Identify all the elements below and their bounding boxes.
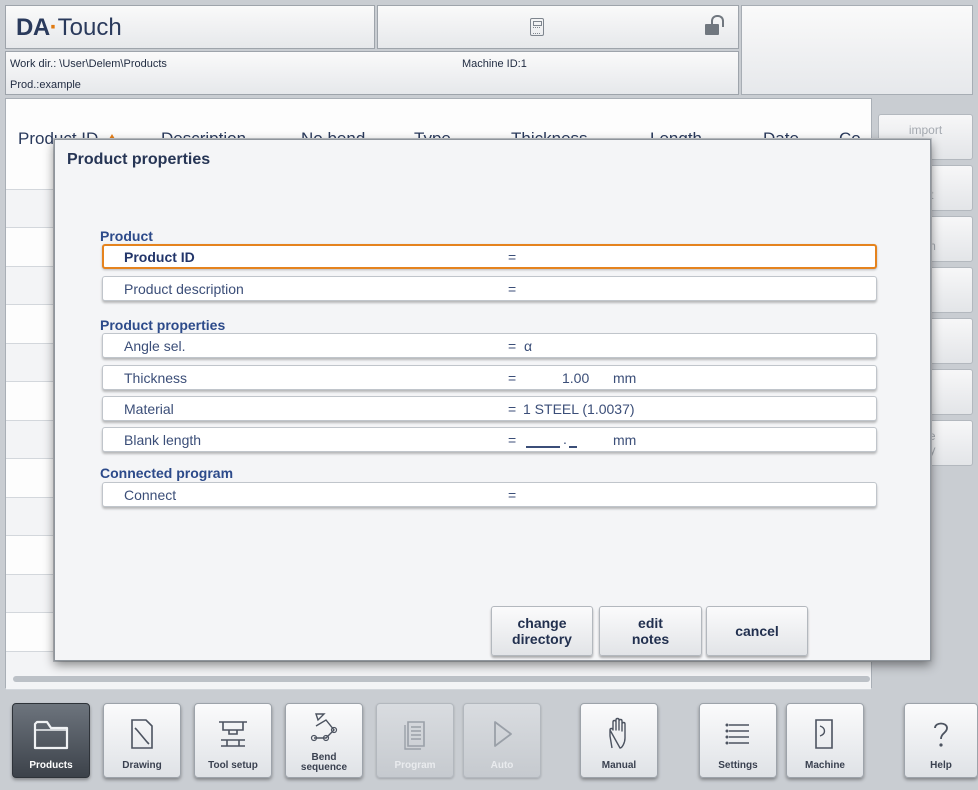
change-directory-button[interactable]: change directory xyxy=(491,606,593,656)
logo-dot: · xyxy=(49,14,58,41)
product-description-field[interactable]: Product description = xyxy=(102,276,877,301)
tab-settings[interactable]: Settings xyxy=(699,703,777,778)
section-product: Product xyxy=(100,228,153,244)
tab-products-label: Products xyxy=(29,760,73,771)
edit-notes-label-2: notes xyxy=(631,631,670,647)
tab-auto-label: Auto xyxy=(490,760,514,771)
logo-touch: Touch xyxy=(57,14,122,41)
tab-program-label: Program xyxy=(394,760,436,771)
tab-settings-label: Settings xyxy=(718,760,758,771)
product-description-label: Product description xyxy=(124,281,244,297)
tab-bend-sequence-label: Bend sequence xyxy=(286,753,362,773)
tab-drawing[interactable]: Drawing xyxy=(103,703,181,778)
bend-seq-line2: sequence xyxy=(300,762,348,773)
thickness-unit: mm xyxy=(613,370,637,386)
status-bar-top xyxy=(377,5,739,49)
tab-help[interactable]: Help xyxy=(904,703,978,778)
tab-manual-label: Manual xyxy=(601,760,637,771)
cancel-button[interactable]: cancel xyxy=(706,606,808,656)
connect-field[interactable]: Connect = xyxy=(102,482,877,507)
info-bar: Work dir.: \User\Delem\Products Machine … xyxy=(5,51,739,95)
section-connected: Connected program xyxy=(100,465,234,481)
blank-length-unit: mm xyxy=(613,432,637,448)
blank-length-eq: = xyxy=(508,432,517,448)
tab-machine-label: Machine xyxy=(804,760,845,771)
thickness-field[interactable]: Thickness = 1.00 mm xyxy=(102,365,877,390)
thickness-label: Thickness xyxy=(124,370,188,386)
blank-length-placeholder xyxy=(526,446,560,448)
edit-notes-button[interactable]: edit notes xyxy=(599,606,702,656)
product-properties-dialog: Product properties Product Product ID = … xyxy=(54,139,931,661)
tab-auto[interactable]: Auto xyxy=(463,703,541,778)
horizontal-scrollbar[interactable] xyxy=(13,676,870,682)
tab-tool-setup-label: Tool setup xyxy=(208,760,258,771)
bottom-toolbar: Products Drawing Tool setup Bend sequence xyxy=(0,690,978,790)
connect-eq: = xyxy=(508,487,517,503)
material-field[interactable]: Material = 1 STEEL (1.0037) xyxy=(102,396,877,421)
machine-id-text: Machine ID:1 xyxy=(462,58,527,70)
product-id-eq: = xyxy=(508,249,517,265)
workdir-text: Work dir.: \User\Delem\Products xyxy=(10,58,167,70)
tab-help-label: Help xyxy=(930,760,952,771)
blank-length-decimal xyxy=(569,446,577,448)
tab-products[interactable]: Products xyxy=(12,703,90,778)
blank-length-field[interactable]: Blank length = . mm xyxy=(102,427,877,452)
dialog-title: Product properties xyxy=(67,151,211,168)
angle-sel-value[interactable]: α xyxy=(524,338,532,354)
calculator-icon[interactable] xyxy=(530,18,544,36)
blank-length-value[interactable]: . xyxy=(563,431,567,447)
tab-machine[interactable]: Machine xyxy=(786,703,864,778)
product-description-eq: = xyxy=(508,281,517,297)
tab-tool-setup[interactable]: Tool setup xyxy=(194,703,272,778)
product-id-label: Product ID xyxy=(124,249,195,265)
side-btn-label: import xyxy=(908,123,943,137)
tab-bend-sequence[interactable]: Bend sequence xyxy=(285,703,363,778)
bend-sequence-icon xyxy=(310,713,338,742)
change-directory-label-1: change xyxy=(517,615,567,631)
tab-drawing-label: Drawing xyxy=(122,760,162,771)
tool-setup-icon xyxy=(219,721,247,747)
help-icon xyxy=(934,722,948,747)
section-properties: Product properties xyxy=(100,317,226,333)
folder-icon xyxy=(33,720,69,750)
material-value[interactable]: 1 STEEL (1.0037) xyxy=(523,401,635,417)
angle-sel-eq: = xyxy=(508,338,517,354)
program-icon xyxy=(404,721,425,750)
drawing-icon xyxy=(131,719,153,749)
cancel-label: cancel xyxy=(735,623,779,639)
logo-da: DA xyxy=(16,14,50,41)
product-id-field[interactable]: Product ID = xyxy=(102,244,877,269)
angle-sel-field[interactable]: Angle sel. = α xyxy=(102,333,877,358)
settings-list-icon xyxy=(725,723,749,745)
hand-icon xyxy=(609,717,626,749)
lock-open-icon[interactable] xyxy=(705,15,724,35)
thickness-eq: = xyxy=(508,370,517,386)
blank-length-label: Blank length xyxy=(124,432,202,448)
thickness-value[interactable]: 1.00 xyxy=(562,370,589,386)
header-right-panel xyxy=(741,5,973,95)
tab-manual[interactable]: Manual xyxy=(580,703,658,778)
edit-notes-label-1: edit xyxy=(638,615,663,631)
machine-icon xyxy=(815,719,833,749)
play-icon xyxy=(494,721,512,747)
app-logo: DA·Touch xyxy=(5,5,375,49)
angle-sel-label: Angle sel. xyxy=(124,338,186,354)
change-directory-label-2: directory xyxy=(512,631,572,647)
connect-label: Connect xyxy=(124,487,177,503)
tab-program[interactable]: Program xyxy=(376,703,454,778)
material-label: Material xyxy=(124,401,174,417)
material-eq: = xyxy=(508,401,517,417)
product-text: Prod.:example xyxy=(10,79,81,91)
